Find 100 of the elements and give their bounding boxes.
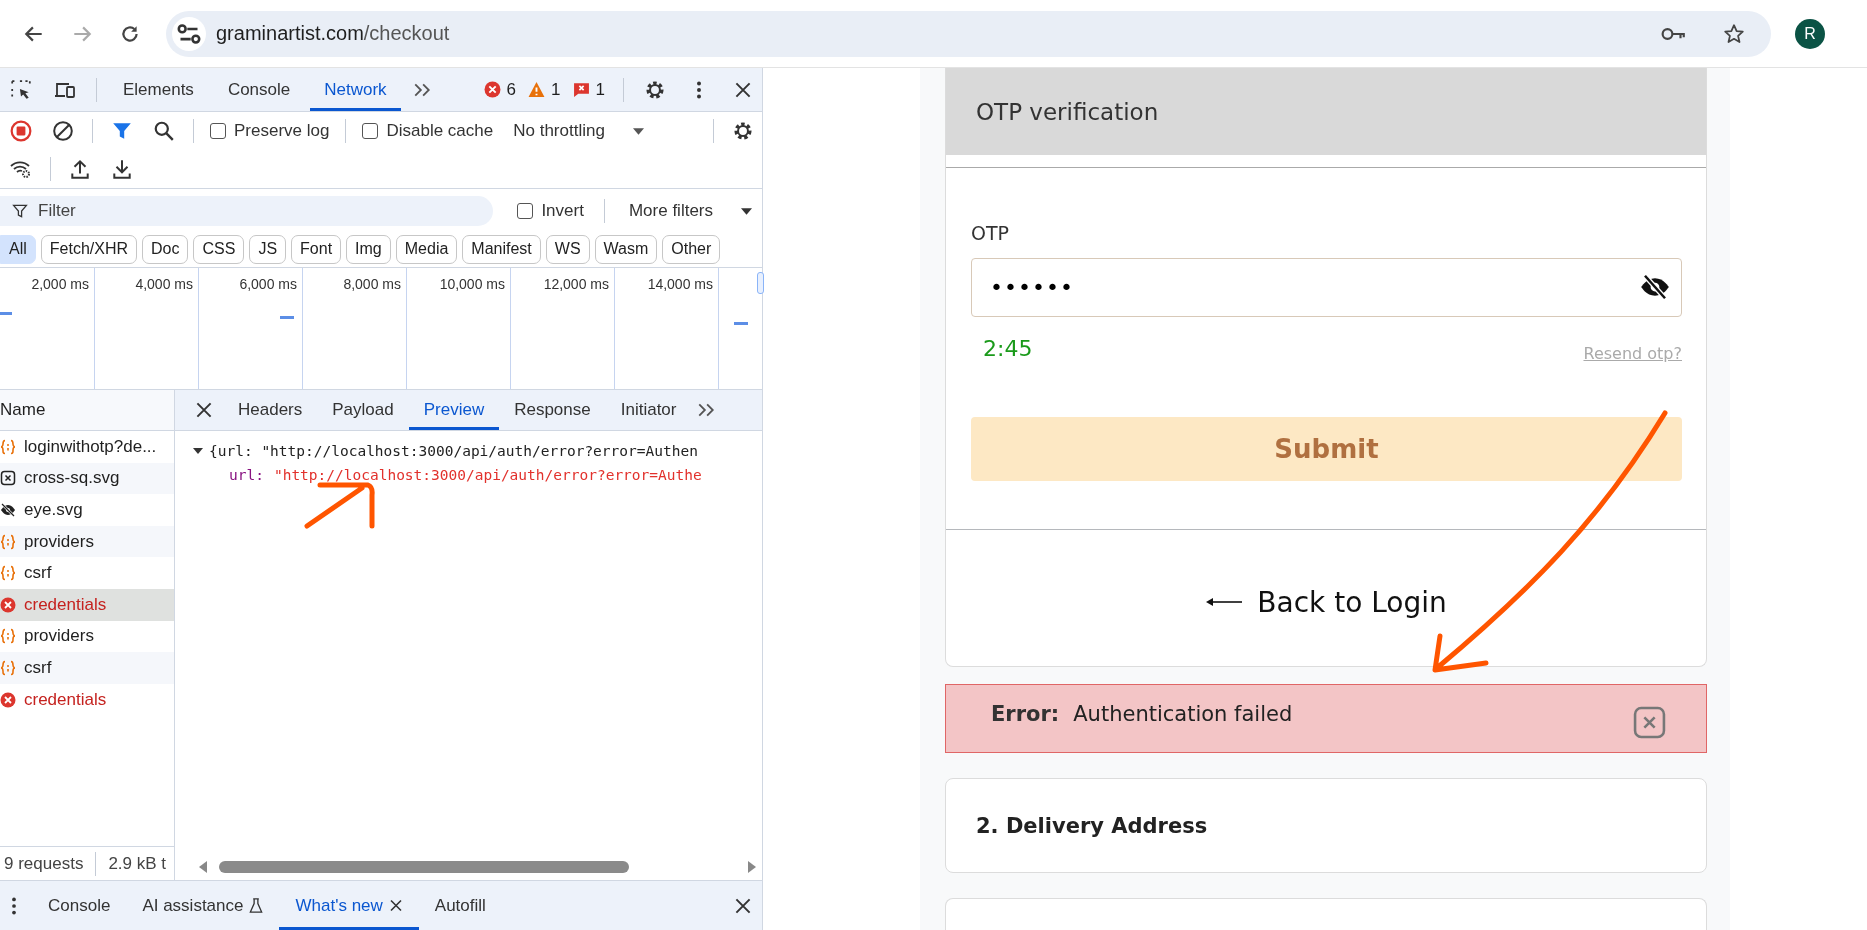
- close-icon[interactable]: [388, 898, 403, 913]
- countdown-timer: 2:45: [983, 335, 1033, 361]
- issue-count[interactable]: 1: [595, 79, 605, 100]
- error-label: Error:: [991, 701, 1060, 726]
- caret-icon: [741, 207, 752, 215]
- devtools-tab[interactable]: Elements: [109, 68, 208, 111]
- square-x-icon: [0, 470, 16, 487]
- record-icon[interactable]: [10, 120, 32, 142]
- type-filter-chip[interactable]: Media: [395, 234, 458, 264]
- star-icon[interactable]: [1721, 22, 1747, 45]
- timeline-tick-label: 12,000 ms: [543, 276, 609, 294]
- type-filter-chip[interactable]: WS: [545, 234, 590, 264]
- more-tabs-icon[interactable]: [697, 402, 716, 418]
- issue-icon: [572, 81, 590, 98]
- warning-count[interactable]: 1: [551, 79, 561, 100]
- request-bar: [0, 312, 12, 315]
- more-filters-dropdown[interactable]: More filters: [618, 201, 762, 221]
- devtools-tab[interactable]: Network: [310, 68, 401, 111]
- drawer-tab[interactable]: AI assistance: [126, 881, 280, 930]
- type-filter-chip[interactable]: JS: [249, 234, 287, 264]
- timeline-tick-label: 6,000 ms: [239, 276, 297, 294]
- site-settings-icon[interactable]: [172, 16, 206, 51]
- upload-icon[interactable]: [69, 158, 91, 180]
- type-filter-chip[interactable]: CSS: [193, 234, 245, 264]
- timeline-tick-label: 4,000 ms: [135, 276, 193, 294]
- json-summary: {url: "http://localhost:3000/api/auth/error?error=Authen: [209, 443, 698, 459]
- otp-input-field[interactable]: ••••••: [971, 258, 1682, 317]
- type-filter-chip[interactable]: All: [0, 234, 36, 264]
- devtools-tab[interactable]: Console: [213, 68, 305, 111]
- request-row[interactable]: loginwithotp?de...: [0, 431, 174, 463]
- detail-tab[interactable]: Preview: [408, 390, 500, 430]
- request-row[interactable]: eye.svg: [0, 494, 174, 526]
- error-count[interactable]: 6: [506, 79, 517, 100]
- drawer-tab[interactable]: Console: [32, 881, 127, 930]
- request-count: 9 requests: [4, 853, 84, 874]
- type-filter-chip[interactable]: Other: [662, 234, 721, 264]
- back-to-login-link[interactable]: Back to Login: [1257, 585, 1447, 619]
- preserve-log-checkbox[interactable]: Preserve log: [204, 121, 336, 141]
- eye-slash-icon[interactable]: [1640, 274, 1670, 300]
- type-filter-chip[interactable]: Manifest: [462, 234, 541, 264]
- field-label: OTP: [971, 222, 1011, 244]
- inspect-icon[interactable]: [10, 78, 32, 101]
- disable-cache-checkbox[interactable]: Disable cache: [356, 121, 500, 141]
- fetch-icon: [0, 533, 16, 550]
- warning-icon: [528, 81, 546, 98]
- detail-tab[interactable]: Headers: [223, 390, 318, 430]
- request-row[interactable]: csrf: [0, 557, 174, 589]
- profile-avatar[interactable]: R: [1795, 18, 1825, 49]
- json-key: url:: [229, 467, 264, 483]
- timeline-tick-label: 8,000 ms: [343, 276, 401, 294]
- left-arrow-icon[interactable]: [1205, 597, 1244, 607]
- scroll-left-icon[interactable]: [199, 860, 207, 873]
- clear-icon[interactable]: [52, 120, 74, 142]
- request-row[interactable]: cross-sq.svg: [0, 462, 174, 495]
- search-icon[interactable]: [153, 120, 175, 142]
- transferred-size: 2.9 kB t: [108, 853, 167, 874]
- drawer-tab[interactable]: Autofill: [418, 881, 502, 930]
- scroll-right-icon[interactable]: [748, 860, 756, 873]
- download-icon[interactable]: [111, 158, 133, 180]
- network-settings-icon[interactable]: [732, 120, 754, 142]
- fetch-icon: [0, 438, 16, 455]
- json-value: "http://localhost:3000/api/auth/error?error=Authe: [273, 467, 702, 483]
- type-filter-chip[interactable]: Img: [346, 234, 391, 264]
- filter-field[interactable]: Filter: [0, 196, 494, 226]
- timeline-tick-label: 10,000 ms: [439, 276, 505, 294]
- throttling-dropdown[interactable]: No throttling: [503, 121, 654, 141]
- drawer-tab[interactable]: What's new: [279, 881, 419, 930]
- request-row[interactable]: credentials: [0, 588, 174, 621]
- detail-tab[interactable]: Response: [499, 390, 606, 430]
- card-title: OTP verification: [976, 98, 1159, 125]
- settings-icon[interactable]: [644, 78, 666, 101]
- filter-icon: [12, 203, 28, 219]
- section-title: 2. Delivery Address: [976, 813, 1208, 838]
- type-filter-chip[interactable]: Font: [291, 234, 342, 264]
- detail-tab[interactable]: Initiator: [605, 390, 692, 430]
- request-row[interactable]: credentials: [0, 683, 174, 716]
- request-row[interactable]: csrf: [0, 652, 174, 684]
- timeline-tick-label: 14,000 ms: [647, 276, 713, 294]
- caret-icon: [632, 127, 644, 135]
- error-icon: [0, 596, 16, 613]
- request-bar: [734, 322, 748, 325]
- error-message: Authentication failed: [1073, 701, 1293, 726]
- expand-triangle-icon[interactable]: [193, 448, 203, 454]
- fetch-icon: [0, 659, 16, 676]
- address-bar[interactable]: graminartist.com/checkout: [166, 10, 1771, 57]
- more-tabs-icon[interactable]: [412, 81, 431, 98]
- annotation-arrow: [304, 482, 375, 529]
- timeline-tick-label: 2,000 ms: [31, 276, 89, 294]
- type-filter-chip[interactable]: Wasm: [594, 234, 658, 264]
- type-filter-chip[interactable]: Fetch/XHR: [40, 234, 138, 264]
- column-header[interactable]: Name: [0, 390, 174, 431]
- invert-checkbox[interactable]: Invert: [511, 201, 590, 221]
- fetch-icon: [0, 565, 16, 582]
- request-row[interactable]: providers: [0, 620, 174, 653]
- error-icon: [483, 81, 501, 98]
- scrollbar-thumb[interactable]: [219, 860, 629, 873]
- detail-tab[interactable]: Payload: [317, 390, 409, 430]
- flask-icon: [249, 898, 264, 913]
- request-row[interactable]: providers: [0, 525, 174, 558]
- type-filter-chip[interactable]: Doc: [142, 234, 189, 264]
